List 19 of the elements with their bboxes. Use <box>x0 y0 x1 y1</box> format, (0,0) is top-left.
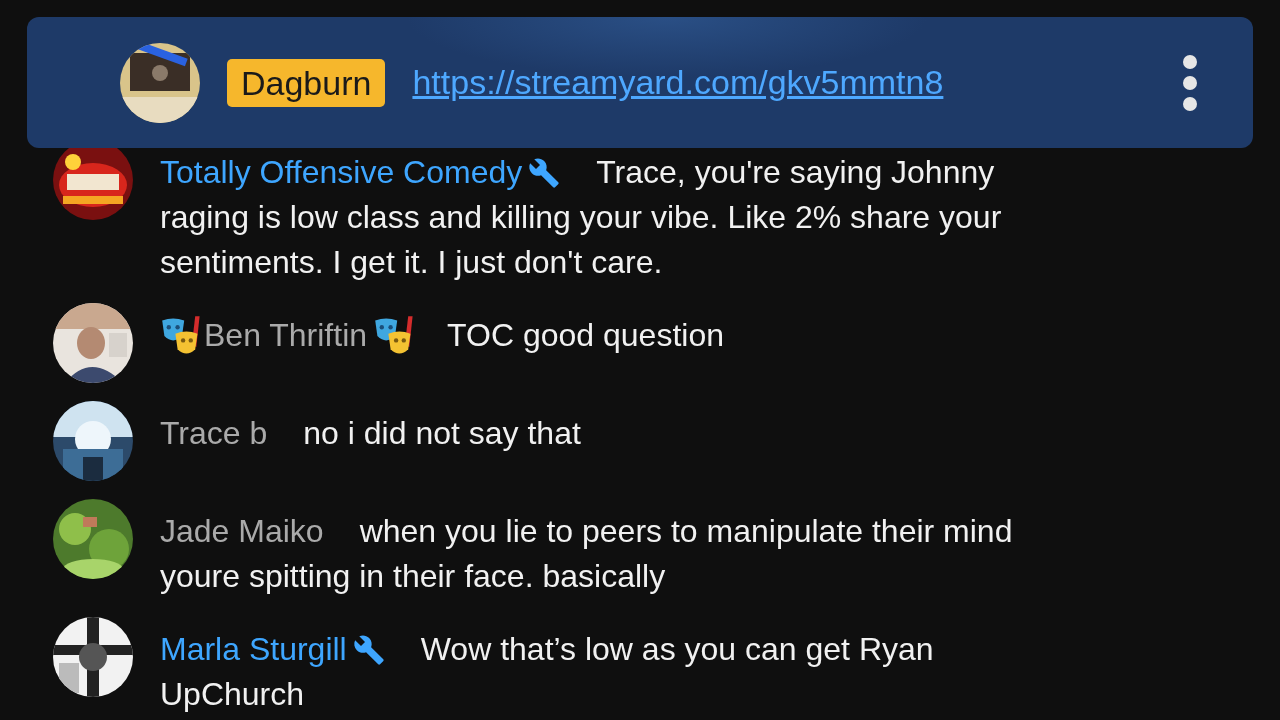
message-text: Wow that’s low as you can get Ryan <box>420 630 934 669</box>
message-text: UpChurch <box>160 675 305 714</box>
pinned-link[interactable]: https://streamyard.com/gkv5mmtn8 <box>412 63 944 102</box>
message-text: youre spitting in their face. basically <box>160 557 666 596</box>
author-badge: Dagburn <box>227 58 386 107</box>
message-text: when you lie to peers to manipulate their mind <box>359 512 1013 551</box>
author-name: Totally Offensive Comedy <box>160 153 523 192</box>
message-text: no i did not say that <box>303 414 581 453</box>
author-name: Trace b <box>160 414 268 453</box>
message-text: TOC good question <box>447 316 724 355</box>
message-text: Trace, you're saying Johnny <box>596 153 995 192</box>
author-name: Marla Sturgill <box>160 630 347 669</box>
more-menu-button[interactable] <box>1183 54 1197 111</box>
author-name: Jade Maiko <box>160 512 324 551</box>
author-name: Ben Thriftin <box>204 316 368 355</box>
message-text: sentiments. I get it. I just don't care. <box>160 243 663 282</box>
message-text: raging is low class and killing your vibe. Like 2% share your <box>160 198 1002 237</box>
wrench-icon <box>528 156 561 189</box>
wrench-icon <box>352 633 385 666</box>
